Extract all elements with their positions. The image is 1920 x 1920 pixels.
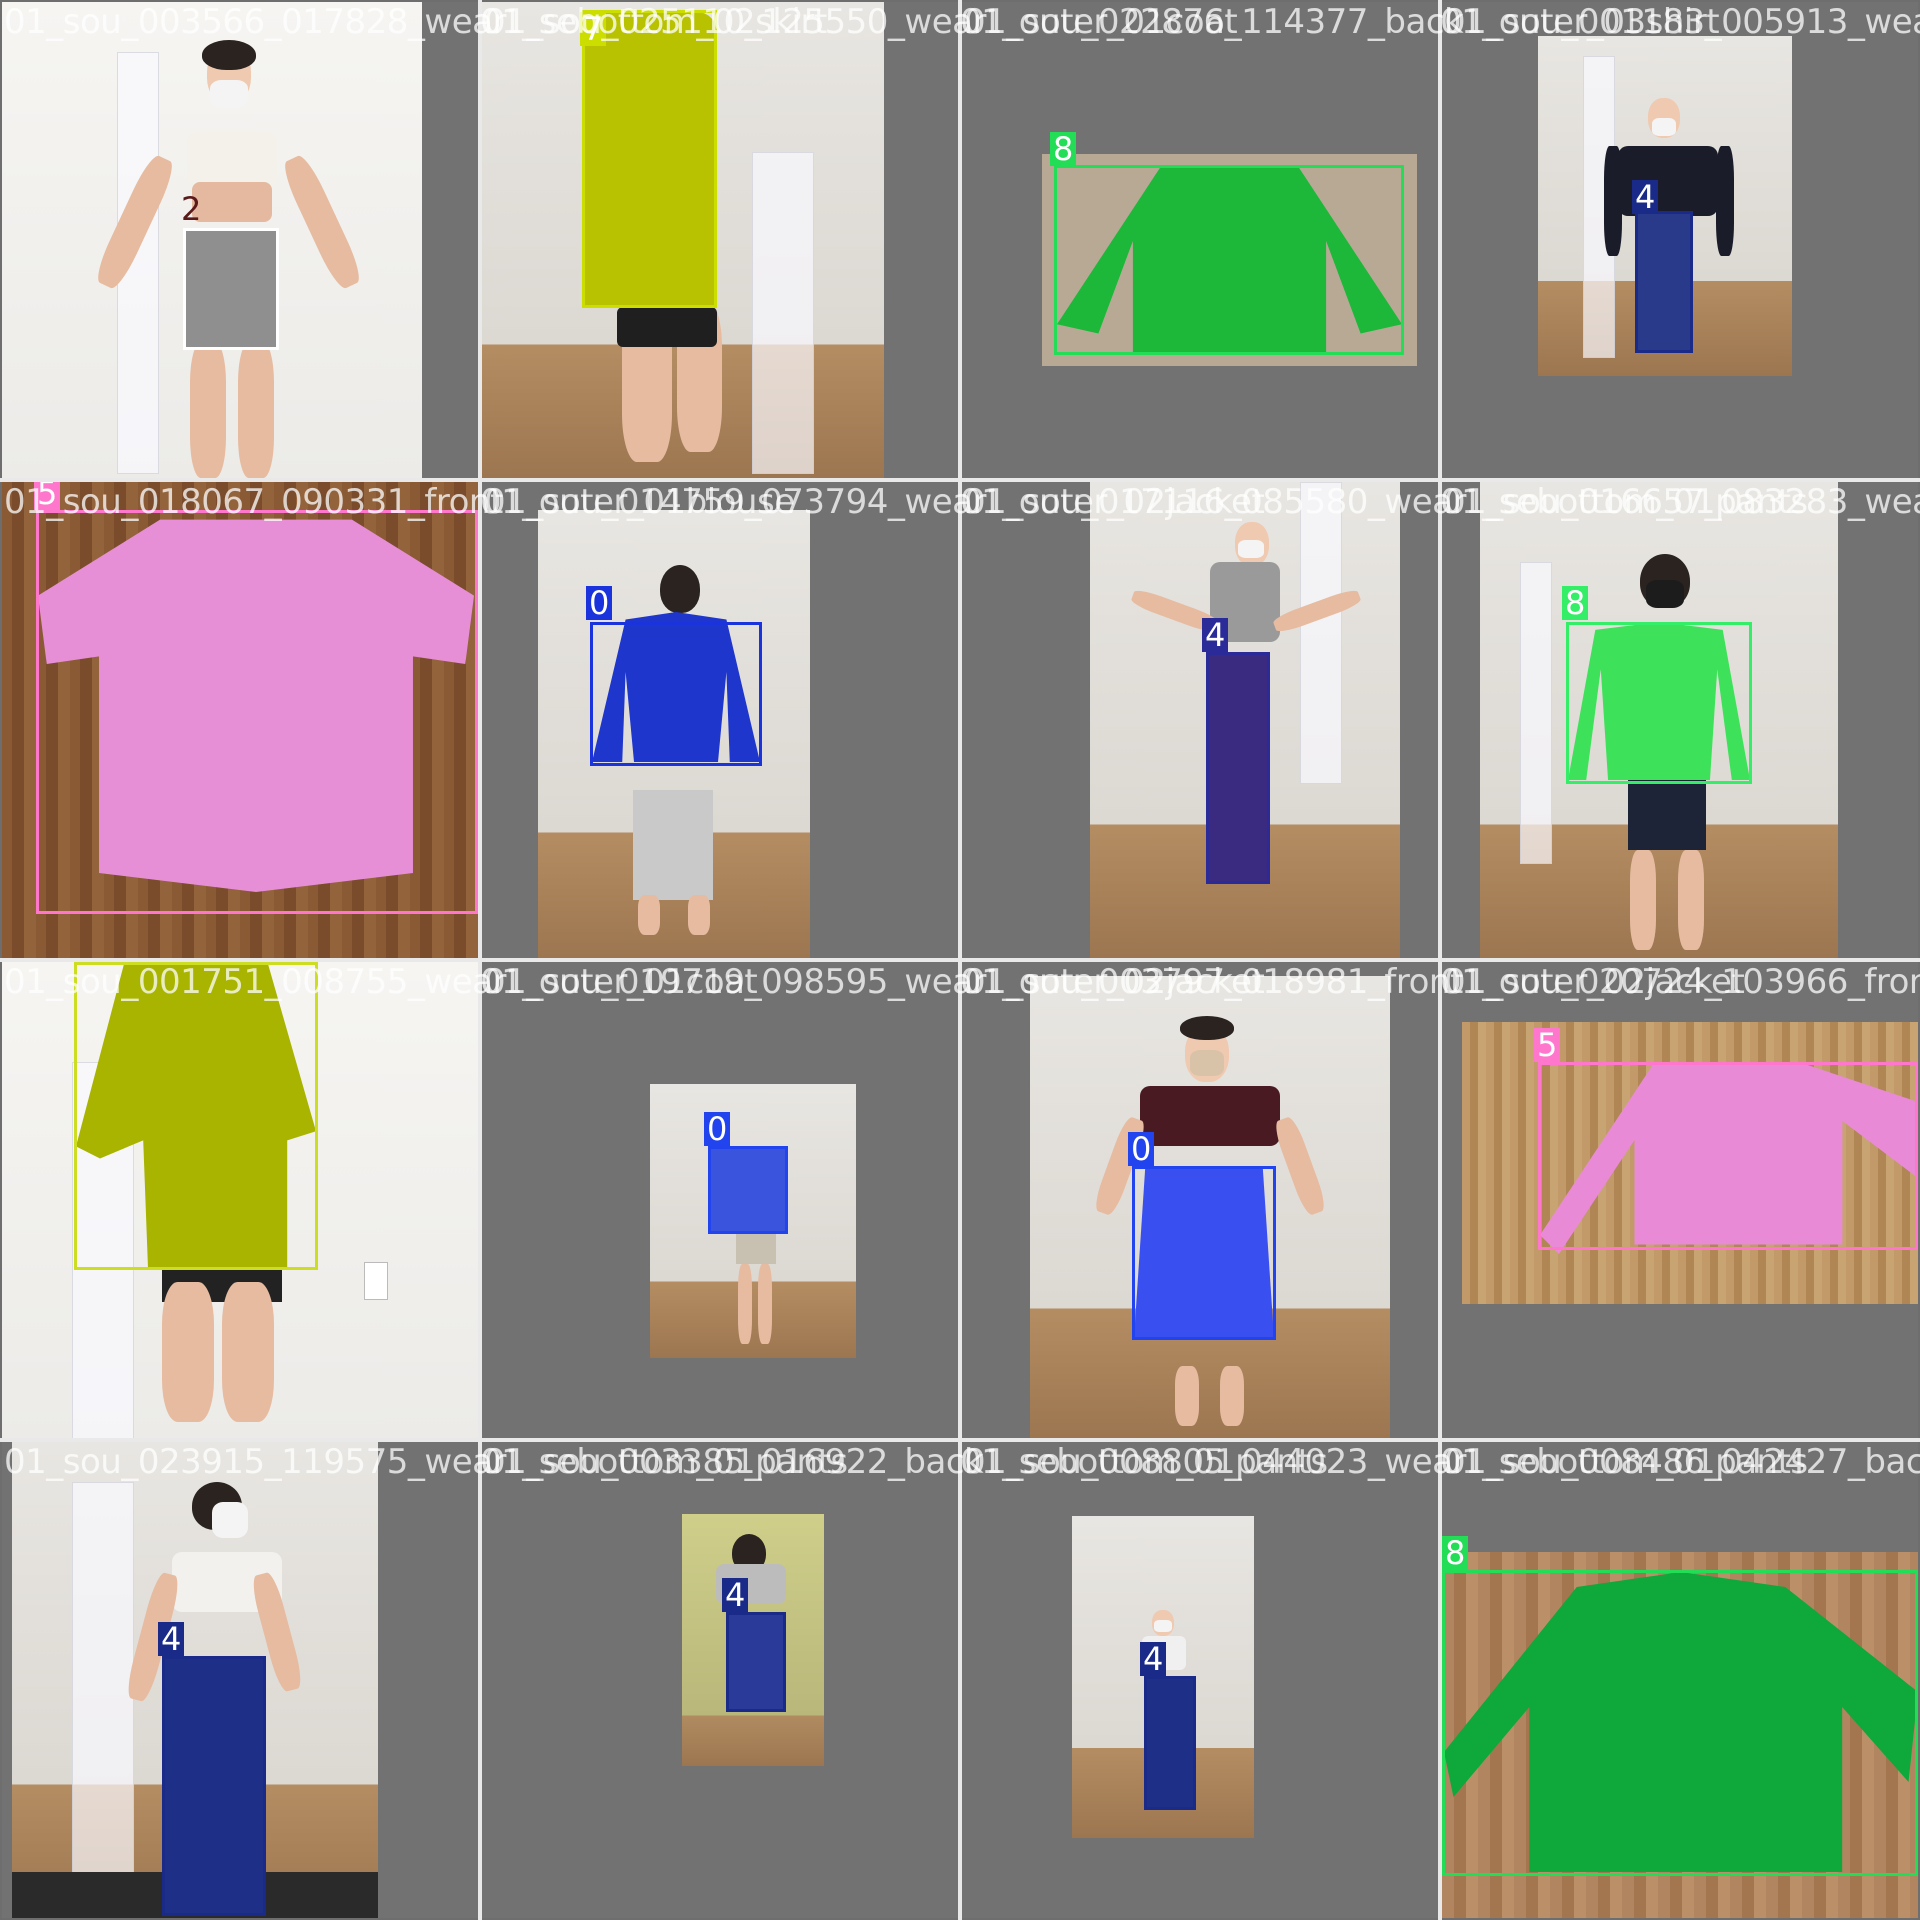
bounding-box xyxy=(726,1612,786,1712)
tile-filename-overlap: 01_outer_02jacket xyxy=(960,482,1265,522)
class-label: 0 xyxy=(704,1112,731,1146)
class-label: 8 xyxy=(1050,132,1077,166)
bounding-box xyxy=(1144,1676,1196,1810)
tile-filename-overlap: 01_outer_02jacket xyxy=(1440,962,1745,1002)
tile-filename-overlap: 01_outer_02jacket xyxy=(960,962,1265,1002)
bounding-box xyxy=(1132,1166,1276,1340)
class-label: 4 xyxy=(1632,180,1659,214)
bounding-box xyxy=(36,510,478,914)
image-tile: 5 xyxy=(1442,962,1918,1438)
class-label: 4 xyxy=(1202,618,1229,652)
tile-filename-overlap: 01_outer_03shirt xyxy=(1440,2,1720,42)
bounding-box xyxy=(1538,1062,1918,1250)
image-tile: 5 xyxy=(2,482,478,958)
bounding-box xyxy=(590,622,762,766)
class-label: 2 xyxy=(181,190,202,228)
bounding-box xyxy=(1206,652,1270,884)
image-tile: 8 xyxy=(1442,1442,1918,1918)
tile-filename: 01_sou_001751_008755_wear xyxy=(4,962,506,1002)
bounding-box xyxy=(708,1146,788,1234)
image-tile: 2 xyxy=(2,2,478,478)
class-label: 8 xyxy=(1562,586,1589,620)
tile-filename-overlap: 01_sebottom_01pants xyxy=(480,1442,848,1482)
bounding-box xyxy=(1054,165,1404,355)
bounding-box xyxy=(162,1656,266,1916)
tile-filename: 01_sou_018067_090331_front xyxy=(4,482,503,522)
tile-filename: 01_sou_023915_119575_wear xyxy=(4,1442,506,1482)
bounding-box xyxy=(183,228,279,350)
class-label: 0 xyxy=(586,586,613,620)
bounding-box xyxy=(1442,1570,1918,1876)
image-tile: 4 xyxy=(962,1442,1438,1918)
image-tile: 4 xyxy=(1442,2,1918,478)
class-label: 5 xyxy=(1534,1028,1561,1062)
class-label: 0 xyxy=(1128,1132,1155,1166)
image-tile: 0 xyxy=(482,962,958,1438)
class-label: 4 xyxy=(722,1578,749,1612)
tile-filename-overlap: 01_sebottom_02skirt xyxy=(480,2,827,42)
class-label: 8 xyxy=(1442,1536,1469,1570)
image-tile: 4 xyxy=(482,1442,958,1918)
tile-filename-overlap: 01_sebottom_01pants xyxy=(960,1442,1328,1482)
image-tile: 8 xyxy=(1442,482,1918,958)
image-tile: 0 xyxy=(962,962,1438,1438)
image-tile: 7 xyxy=(482,2,958,478)
tile-filename-overlap: 01_outer_01coat xyxy=(960,2,1238,42)
image-tile: 0 xyxy=(482,482,958,958)
tile-filename: 01_sou_003566_017828_wear xyxy=(4,2,506,42)
tile-filename-overlap: 01_outer_01blouse xyxy=(480,482,795,522)
mosaic-grid: 2 7 8 4 5 0 4 8 0 0 5 4 4 4 8 01_sou_003… xyxy=(0,0,1920,1920)
bounding-box xyxy=(74,962,318,1270)
image-tile: 8 xyxy=(962,2,1438,478)
tile-filename-overlap: 01_sebottom_01pants xyxy=(1440,1442,1808,1482)
class-label: 4 xyxy=(1140,1642,1167,1676)
tile-filename-overlap: 01_sebottom_01pants xyxy=(1440,482,1808,522)
image-tile: 4 xyxy=(962,482,1438,958)
bounding-box xyxy=(1635,211,1693,353)
image-tile: 7 xyxy=(2,962,478,1438)
tile-filename-overlap: 01_outer_01coat xyxy=(480,962,758,1002)
image-tile: 4 xyxy=(2,1442,478,1918)
bounding-box xyxy=(1566,622,1752,784)
bounding-box xyxy=(582,10,717,308)
class-label: 4 xyxy=(158,1622,185,1656)
